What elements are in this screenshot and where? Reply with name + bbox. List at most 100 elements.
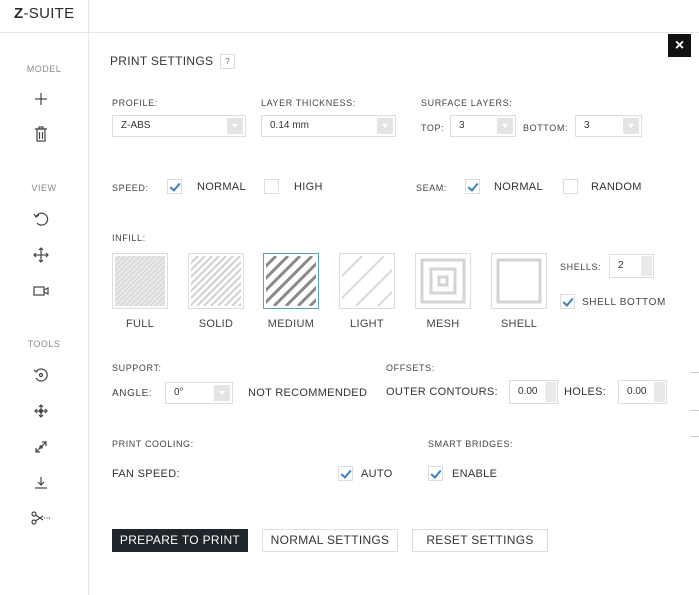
speed-high-checkbox[interactable] [264,179,279,194]
profile-label: PROFILE: [112,98,158,108]
speed-high-label: HIGH [294,181,323,193]
outer-contours-label: OUTER CONTOURS: [386,386,498,398]
profile-value: Z-ABS [121,120,151,131]
move-model-icon[interactable] [30,400,52,422]
normal-settings-button[interactable]: NORMAL SETTINGS [262,529,398,552]
shell-bottom-label: SHELL BOTTOM [582,297,666,308]
rotate-view-icon[interactable] [30,208,52,230]
infill-light-label: LIGHT [350,318,384,330]
app-logo: Z-SUITE [14,5,74,22]
speed-label: SPEED: [112,183,149,193]
infill-mesh-label: MESH [426,318,460,330]
chevron-down-icon [623,118,639,134]
infill-medium-option[interactable] [263,253,319,309]
place-on-bed-icon[interactable] [30,472,52,494]
fan-speed-label: FAN SPEED: [112,468,180,480]
support-note: NOT RECOMMENDED [248,387,368,399]
bridges-enable-checkbox[interactable] [428,466,443,481]
angle-value: 0° [174,387,184,398]
surface-bottom-value: 3 [584,120,590,131]
infill-solid-label: SOLID [198,318,234,330]
angle-label: ANGLE: [112,388,153,399]
chevron-down-icon [227,118,243,134]
header-line [0,32,699,33]
infill-full-option[interactable] [112,253,168,309]
infill-medium-label: MEDIUM [267,318,315,330]
auto-fan-checkbox[interactable] [338,466,353,481]
layer-thickness-label: LAYER THICKNESS: [261,98,356,108]
seam-label: SEAM: [416,183,448,193]
seam-normal-checkbox[interactable] [465,179,480,194]
smart-bridges-label: SMART BRIDGES: [428,439,514,449]
infill-label: INFILL: [112,233,146,243]
shells-value: 2 [618,260,624,271]
logo-text: -SUITE [23,5,75,22]
header-divider [88,0,89,33]
holes-stepper[interactable]: 0.00 [618,380,667,404]
close-button[interactable]: × [668,34,691,57]
chevron-down-icon [214,385,230,401]
surface-top-select[interactable]: 3 [450,115,516,137]
outer-contours-value: 0.00 [518,386,538,397]
surface-bottom-label: BOTTOM: [523,123,569,133]
offsets-label: OFFSETS: [386,363,435,373]
sidebar-section-tools: TOOLS [27,339,61,349]
bridges-enable-label: ENABLE [452,468,498,480]
edge-mark [690,436,699,437]
infill-mesh-pattern [420,258,466,304]
shells-label: SHELLS: [560,262,602,272]
infill-solid-pattern [191,256,241,306]
sidebar-section-view: VIEW [31,183,57,193]
pan-icon[interactable] [30,244,52,266]
add-icon[interactable] [30,88,52,110]
infill-medium-pattern [266,256,316,306]
seam-normal-label: NORMAL [494,181,543,193]
prepare-to-print-button[interactable]: PREPARE TO PRINT [112,529,248,552]
infill-light-option[interactable] [339,253,395,309]
infill-mesh-option[interactable] [415,253,471,309]
trash-icon[interactable] [30,123,52,145]
seam-random-label: RANDOM [591,181,642,193]
cut-icon[interactable] [30,507,52,529]
panel-title: PRINT SETTINGS [110,54,214,68]
shells-stepper[interactable]: 2 [609,254,654,278]
layer-thickness-value: 0.14 mm [270,120,309,131]
speed-normal-label: NORMAL [197,181,246,193]
chevron-down-icon [377,118,393,134]
stepper-up-icon[interactable] [654,382,665,392]
surface-bottom-select[interactable]: 3 [575,115,642,137]
chevron-down-icon [497,118,513,134]
infill-shell-pattern [496,258,542,304]
angle-select[interactable]: 0° [165,382,233,404]
shell-bottom-checkbox[interactable] [560,294,575,309]
print-cooling-label: PRINT COOLING: [112,439,194,449]
infill-solid-option[interactable] [188,253,244,309]
surface-top-label: TOP: [421,123,445,133]
layer-thickness-select[interactable]: 0.14 mm [261,115,396,137]
seam-random-checkbox[interactable] [563,179,578,194]
stepper-up-icon[interactable] [641,256,652,266]
profile-select[interactable]: Z-ABS [112,115,246,137]
holes-value: 0.00 [627,386,647,397]
stepper-down-icon[interactable] [654,392,665,402]
infill-full-label: FULL [125,318,155,330]
reset-settings-button[interactable]: RESET SETTINGS [412,529,548,552]
stepper-up-icon[interactable] [545,382,556,392]
infill-shell-option[interactable] [491,253,547,309]
infill-shell-label: SHELL [500,318,538,330]
scale-icon[interactable] [30,436,52,458]
edge-mark [690,410,699,411]
outer-contours-stepper[interactable]: 0.00 [509,380,558,404]
infill-full-pattern [115,256,165,306]
stepper-down-icon[interactable] [545,392,556,402]
camera-icon[interactable] [30,280,52,302]
sidebar-section-model: MODEL [26,64,62,74]
support-label: SUPPORT: [112,363,162,373]
edge-mark [690,372,699,373]
stepper-down-icon[interactable] [641,266,652,276]
holes-label: HOLES: [564,386,607,398]
rotate-model-icon[interactable] [30,364,52,386]
infill-light-pattern [342,256,392,306]
help-button[interactable]: ? [220,54,235,69]
speed-normal-checkbox[interactable] [167,179,182,194]
